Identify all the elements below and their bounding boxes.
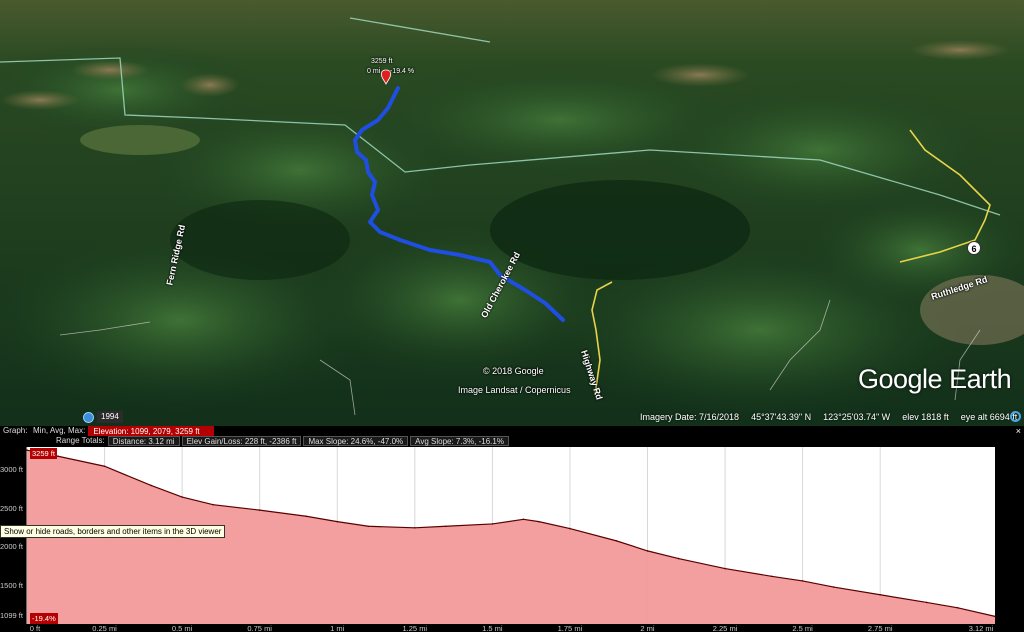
elevation-point <box>538 520 540 523</box>
range-label: Range Totals: <box>56 436 105 445</box>
elevation-point <box>925 601 928 604</box>
peak-slope-value: -19.4 % <box>389 68 415 75</box>
x-tick-label: 0.5 mi <box>171 624 193 632</box>
elevation-point <box>801 580 804 582</box>
x-tick-label: 0.75 mi <box>247 624 272 632</box>
x-tick-label: 2.75 mi <box>867 624 893 632</box>
elevation-point <box>103 465 106 468</box>
y-tick-label: 2000 ft <box>0 542 23 552</box>
elevation-point <box>445 525 447 528</box>
elevation-point <box>770 575 773 578</box>
year-label: 1994 <box>97 411 123 423</box>
elevation-point <box>212 503 214 506</box>
route-shield-icon: 6 <box>967 241 981 255</box>
elevation-point <box>879 593 882 596</box>
x-tick-label: 1 mi <box>330 624 345 632</box>
latitude: 45°37'43.39" N <box>751 412 812 422</box>
max-slope-stat[interactable]: Max Slope: 24.6%, -47.0% <box>303 436 409 446</box>
terrain-imagery[interactable] <box>0 0 1024 426</box>
copyright-text: © 2018 Google <box>483 366 544 376</box>
tooltip: Show or hide roads, borders and other it… <box>0 525 226 538</box>
clock-icon[interactable] <box>83 411 94 423</box>
stats-label: Min, Avg, Max: <box>33 426 86 435</box>
elevation-point <box>181 496 183 498</box>
elevation-point <box>956 607 959 609</box>
status-bar: Imagery Date: 7/16/2018 45°37'43.39" N 1… <box>640 412 1017 422</box>
elevation-point <box>150 484 152 487</box>
x-tick-label: 2.5 mi <box>792 624 813 632</box>
x-tick-label: 2 mi <box>640 624 655 632</box>
header-row-range: Range Totals: Distance: 3.12 mi Elev Gai… <box>0 436 511 446</box>
elevation-point <box>832 586 835 588</box>
elevation-point <box>569 527 571 530</box>
elevation-point <box>491 523 494 525</box>
graph-label: Graph: <box>3 426 28 435</box>
x-tick-label: 1.75 mi <box>557 624 583 632</box>
x-tick-label: 0 ft <box>29 624 41 632</box>
avg-slope-stat[interactable]: Avg Slope: 7.3%, -16.1% <box>410 436 509 446</box>
y-tick-label: 2500 ft <box>0 503 23 513</box>
elevation-point <box>414 527 416 529</box>
peak-elevation-label: 3259 ft <box>371 58 393 65</box>
elevation-point <box>615 540 618 542</box>
elev-gain-loss-stat[interactable]: Elev Gain/Loss: 228 ft, -2386 ft <box>181 436 302 446</box>
elevation-stats[interactable]: Elevation: 1099, 2079, 3259 ft <box>88 426 215 436</box>
elevation-readout: elev 1818 ft <box>902 412 949 422</box>
peak-distance-label: 0 mi -19.4 % <box>367 68 414 75</box>
elevation-profile-header: Graph: Min, Avg, Max: Elevation: 1099, 2… <box>0 426 1024 447</box>
elevation-point <box>724 567 726 570</box>
google-earth-logo: Google Earth <box>858 364 1012 394</box>
header-row-graph: Graph: Min, Avg, Max: Elevation: 1099, 2… <box>0 426 216 436</box>
x-tick-label: 1.25 mi <box>402 624 428 632</box>
longitude: 123°25'03.74" W <box>823 412 891 422</box>
elevation-point <box>522 518 525 521</box>
elevation-point <box>26 449 28 451</box>
elevation-point <box>305 515 308 518</box>
elevation-point <box>336 520 339 523</box>
close-icon[interactable]: × <box>1016 426 1021 436</box>
compass-icon[interactable] <box>1010 411 1021 422</box>
historical-imagery-control[interactable]: 1994 <box>83 411 123 423</box>
peak-distance-value: 0 mi <box>367 68 381 75</box>
elevation-point <box>258 509 261 511</box>
slope-readout: -19.4% <box>30 613 58 624</box>
x-tick-label: 2.25 mi <box>712 624 738 632</box>
elevation-profile-graph[interactable]: 3000 ft 2500 ft 2000 ft 1500 ft 1099 ft 0 ft… <box>0 447 1024 632</box>
y-tick-label: 1500 ft <box>0 580 23 590</box>
elevation-point <box>57 455 59 458</box>
elevation-point <box>646 550 649 552</box>
y-tick-label: 1099 ft <box>0 611 23 621</box>
3d-viewer[interactable]: 3259 ft 0 mi -19.4 % Old Cherokee Rd Fer… <box>0 0 1024 426</box>
y-tick-label: 3000 ft <box>0 465 23 475</box>
elevation-point <box>994 615 996 618</box>
elevation-chart[interactable] <box>0 447 1024 632</box>
distance-stat[interactable]: Distance: 3.12 mi <box>107 436 180 446</box>
imagery-date: Imagery Date: 7/16/2018 <box>640 412 740 422</box>
x-tick-label: 0.25 mi <box>92 624 117 632</box>
y-max-label: 3259 ft <box>30 448 57 459</box>
eye-altitude: eye alt 6694 ft <box>960 412 1018 422</box>
imagery-credit: Image Landsat / Copernicus <box>458 385 571 395</box>
elevation-point <box>367 525 370 528</box>
x-tick-label: 3.12 mi <box>968 624 994 632</box>
elevation-point <box>677 557 680 560</box>
x-tick-label: 1.5 mi <box>482 624 503 632</box>
